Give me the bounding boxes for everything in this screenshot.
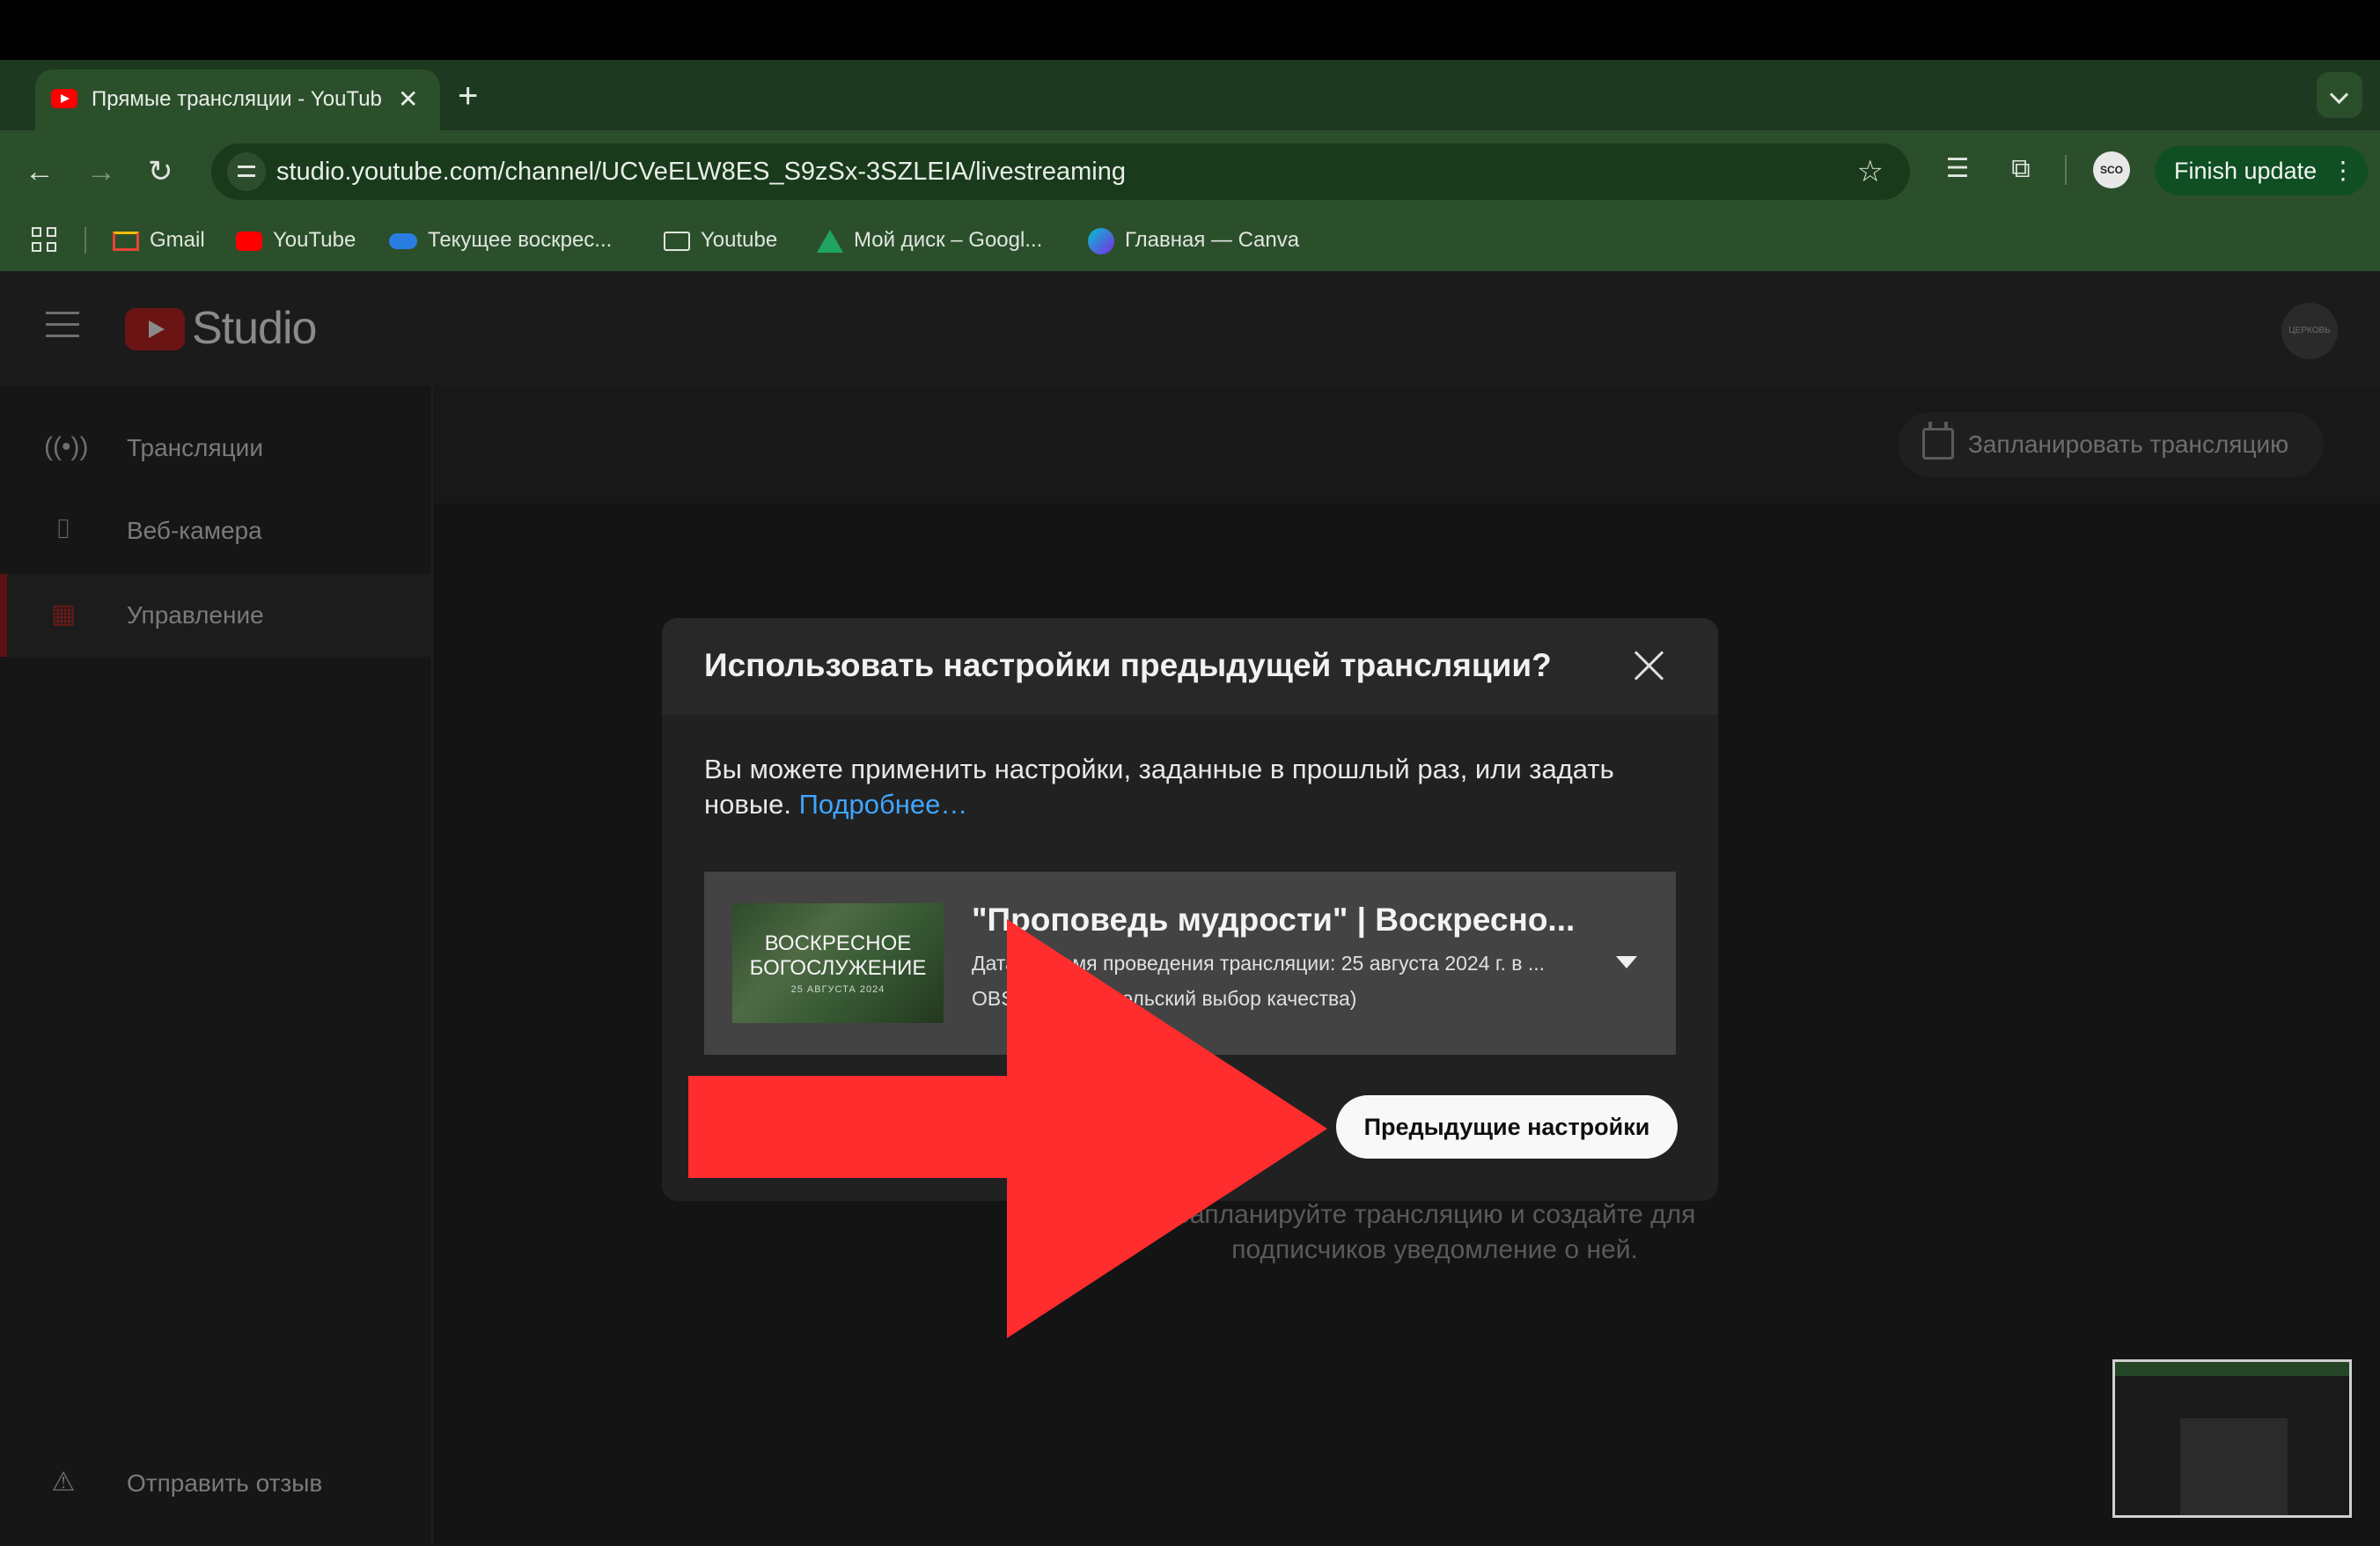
bookmark-label: Youtube (701, 228, 778, 252)
onedrive-cloud-icon (389, 232, 417, 249)
toolbar-divider (2065, 155, 2067, 185)
channel-avatar[interactable]: ЦЕРКОВЬ (2281, 303, 2338, 359)
gmail-icon (113, 231, 139, 251)
tab-search-chevron-icon[interactable] (2317, 72, 2362, 118)
schedule-stream-button[interactable]: Запланировать трансляцию (1898, 412, 2324, 477)
new-tab-button[interactable]: + (458, 74, 478, 118)
hamburger-menu-icon[interactable] (46, 312, 79, 338)
preview-toolbar (2115, 1362, 2349, 1376)
bookmark-folder-youtube[interactable]: Youtube (664, 220, 777, 261)
dialog-description: Вы можете применить настройки, заданные … (704, 752, 1681, 822)
calendar-icon (1922, 422, 1954, 460)
address-bar[interactable]: studio.youtube.com/channel/UCVeELW8ES_S9… (211, 144, 1910, 200)
dropdown-arrow-icon[interactable] (1616, 956, 1637, 968)
preview-dialog (2180, 1418, 2288, 1515)
studio-header (0, 271, 2380, 386)
reading-list-icon[interactable]: ☰ (1940, 151, 1975, 187)
sidebar-item-manage[interactable]: ▦ Управление (0, 574, 431, 657)
window-top-bar (0, 0, 2380, 60)
calendar-icon: ▦ (50, 600, 77, 629)
sidebar-item-label: Управление (127, 601, 264, 629)
folder-icon (664, 231, 690, 251)
bookmark-canva[interactable]: Главная — Canva (1088, 220, 1299, 261)
bookmark-youtube[interactable]: YouTube (236, 220, 356, 261)
dialog-title: Использовать настройки предыдущей трансл… (704, 647, 1552, 683)
finish-update-button[interactable]: Finish update ⋮ (2155, 146, 2368, 195)
close-icon[interactable] (1630, 646, 1669, 685)
site-settings-icon[interactable] (227, 152, 266, 191)
reload-icon[interactable]: ↻ (148, 150, 173, 194)
browser-tab[interactable]: Прямые трансляции - YouTube Studio ✕ (35, 70, 440, 130)
bookmark-onedrive[interactable]: Текущее воскрес... (389, 220, 612, 261)
schedule-stream-label: Запланировать трансляцию (1968, 431, 2289, 458)
studio-logo-text[interactable]: Studio (192, 299, 317, 357)
tab-close-icon[interactable]: ✕ (398, 82, 418, 117)
finish-update-label: Finish update (2174, 158, 2318, 184)
live-broadcast-icon: ((•)) (44, 432, 89, 461)
bookmark-label: Текущее воскрес... (428, 228, 613, 252)
youtube-favicon-icon (51, 89, 77, 108)
tab-title: Прямые трансляции - YouTube Studio (92, 87, 382, 111)
google-drive-icon (817, 229, 843, 253)
studio-sidebar: ((•)) Трансляции ⌷ Веб-камера ▦ Управлен… (0, 386, 433, 1546)
back-arrow-icon[interactable]: ← (25, 150, 55, 194)
apps-grid-icon[interactable] (32, 227, 58, 254)
sidebar-item-webcam[interactable]: ⌷ Веб-камера (0, 490, 431, 572)
screenshot-thumbnail-preview[interactable] (2112, 1359, 2352, 1518)
bookmark-label: Главная — Canva (1125, 228, 1300, 252)
sidebar-item-live[interactable]: ((•)) Трансляции (0, 407, 431, 490)
canva-icon (1088, 227, 1114, 254)
more-menu-icon[interactable]: ⋮ (2331, 146, 2355, 195)
red-arrow-shape (688, 919, 1327, 1338)
feedback-link[interactable]: ⚠ Отправить отзыв (0, 1442, 431, 1525)
forward-arrow-icon[interactable]: → (86, 150, 116, 194)
extensions-puzzle-icon[interactable]: ⧉ (2003, 151, 2038, 187)
learn-more-link[interactable]: Подробнее… (799, 789, 968, 820)
bookmark-label: YouTube (273, 228, 356, 252)
use-previous-settings-button[interactable]: Предыдущие настройки (1336, 1095, 1678, 1159)
youtube-icon (236, 231, 262, 251)
bookmark-star-icon[interactable]: ☆ (1857, 144, 1884, 200)
bookmark-label: Gmail (150, 228, 205, 252)
red-arrow-annotation (688, 919, 1327, 1338)
bookmark-google-drive[interactable]: Мой диск – Googl... (817, 220, 1042, 261)
camera-icon: ⌷ (55, 515, 71, 544)
feedback-icon: ⚠ (51, 1468, 76, 1497)
feedback-label: Отправить отзыв (127, 1469, 323, 1497)
bookmark-label: Мой диск – Googl... (854, 228, 1043, 252)
dialog-header: Использовать настройки предыдущей трансл… (662, 618, 1718, 715)
sidebar-item-label: Трансляции (127, 434, 263, 461)
youtube-logo-icon[interactable] (125, 308, 185, 350)
url-text[interactable]: studio.youtube.com/channel/UCVeELW8ES_S9… (276, 144, 1126, 200)
sidebar-item-label: Веб-камера (127, 517, 262, 544)
profile-avatar[interactable]: SCO (2093, 151, 2130, 188)
bookmarks-divider (84, 227, 86, 254)
bookmark-gmail[interactable]: Gmail (113, 220, 205, 261)
